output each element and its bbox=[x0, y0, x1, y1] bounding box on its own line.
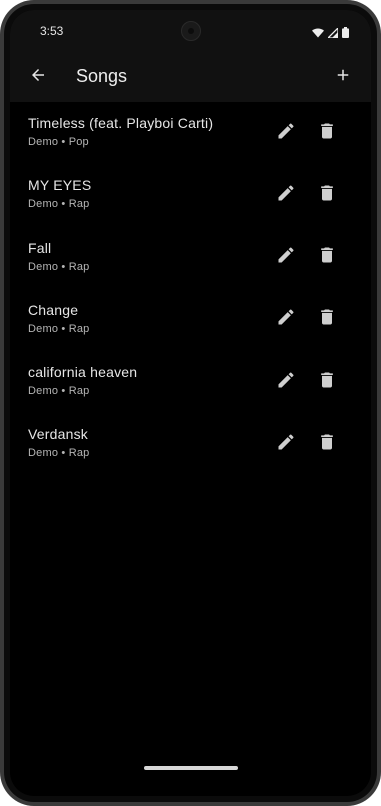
back-button[interactable] bbox=[26, 65, 50, 89]
signal-icon bbox=[326, 25, 339, 43]
song-text: Timeless (feat. Playboi Carti) Demo • Po… bbox=[28, 115, 213, 148]
song-list-item[interactable]: Fall Demo • Rap bbox=[10, 227, 371, 289]
trash-icon bbox=[317, 370, 337, 395]
front-camera bbox=[181, 21, 201, 41]
edit-song-button[interactable] bbox=[274, 183, 298, 207]
song-title: Timeless (feat. Playboi Carti) bbox=[28, 115, 214, 131]
pencil-icon bbox=[276, 370, 296, 395]
song-meta: Demo • Rap bbox=[28, 447, 90, 460]
arrow-back-icon bbox=[29, 66, 47, 89]
status-icons bbox=[312, 25, 349, 43]
edit-song-button[interactable] bbox=[274, 308, 298, 332]
edit-song-button[interactable] bbox=[274, 121, 298, 145]
delete-song-button[interactable] bbox=[315, 432, 339, 456]
app-bar: Songs bbox=[10, 52, 371, 102]
song-list-item[interactable]: Change Demo • Rap bbox=[10, 289, 371, 351]
pencil-icon bbox=[276, 245, 296, 270]
pencil-icon bbox=[276, 307, 296, 332]
edit-song-button[interactable] bbox=[274, 432, 298, 456]
battery-icon bbox=[342, 25, 349, 43]
status-time: 3:53 bbox=[40, 24, 64, 38]
phone-frame: 3:53 Songs Timeless (feat. Playboi Carti… bbox=[0, 0, 381, 806]
delete-song-button[interactable] bbox=[315, 121, 339, 145]
song-title: Verdansk bbox=[28, 426, 88, 443]
delete-song-button[interactable] bbox=[315, 246, 339, 270]
song-title: Fall bbox=[28, 239, 52, 256]
trash-icon bbox=[317, 121, 337, 146]
trash-icon bbox=[317, 307, 337, 332]
edit-song-button[interactable] bbox=[274, 370, 298, 394]
song-meta: Demo • Rap bbox=[28, 385, 90, 398]
song-meta: Demo • Rap bbox=[28, 260, 90, 273]
screen: 3:53 Songs Timeless (feat. Playboi Carti… bbox=[10, 10, 371, 796]
song-meta: Demo • Rap bbox=[28, 198, 90, 211]
wifi-icon bbox=[312, 25, 324, 43]
pencil-icon bbox=[276, 121, 296, 146]
pencil-icon bbox=[276, 183, 296, 208]
trash-icon bbox=[317, 432, 337, 457]
delete-song-button[interactable] bbox=[315, 308, 339, 332]
song-title: california heaven bbox=[28, 364, 138, 381]
song-list: Timeless (feat. Playboi Carti) Demo • Po… bbox=[10, 102, 371, 476]
song-text: MY EYES Demo • Rap bbox=[28, 177, 91, 210]
song-text: Verdansk Demo • Rap bbox=[28, 426, 90, 459]
song-meta: Demo • Rap bbox=[28, 322, 90, 335]
song-meta: Demo • Pop bbox=[28, 136, 89, 148]
add-song-button[interactable] bbox=[331, 65, 355, 89]
song-title: Change bbox=[28, 301, 79, 318]
song-title: MY EYES bbox=[28, 177, 92, 194]
song-list-item[interactable]: Verdansk Demo • Rap bbox=[10, 413, 371, 475]
status-bar: 3:53 bbox=[10, 10, 371, 52]
delete-song-button[interactable] bbox=[315, 183, 339, 207]
phone-bezel: 3:53 Songs Timeless (feat. Playboi Carti… bbox=[4, 4, 377, 802]
home-indicator[interactable] bbox=[144, 766, 238, 770]
song-text: Fall Demo • Rap bbox=[28, 240, 90, 273]
song-text: california heaven Demo • Rap bbox=[28, 364, 137, 397]
edit-song-button[interactable] bbox=[274, 246, 298, 270]
trash-icon bbox=[317, 183, 337, 208]
page-title: Songs bbox=[76, 66, 128, 86]
trash-icon bbox=[317, 245, 337, 270]
pencil-icon bbox=[276, 432, 296, 457]
song-list-item[interactable]: california heaven Demo • Rap bbox=[10, 351, 371, 413]
delete-song-button[interactable] bbox=[315, 370, 339, 394]
song-list-item[interactable]: MY EYES Demo • Rap bbox=[10, 164, 371, 226]
add-icon bbox=[334, 66, 352, 89]
song-list-item[interactable]: Timeless (feat. Playboi Carti) Demo • Po… bbox=[10, 102, 371, 164]
song-text: Change Demo • Rap bbox=[28, 302, 90, 335]
